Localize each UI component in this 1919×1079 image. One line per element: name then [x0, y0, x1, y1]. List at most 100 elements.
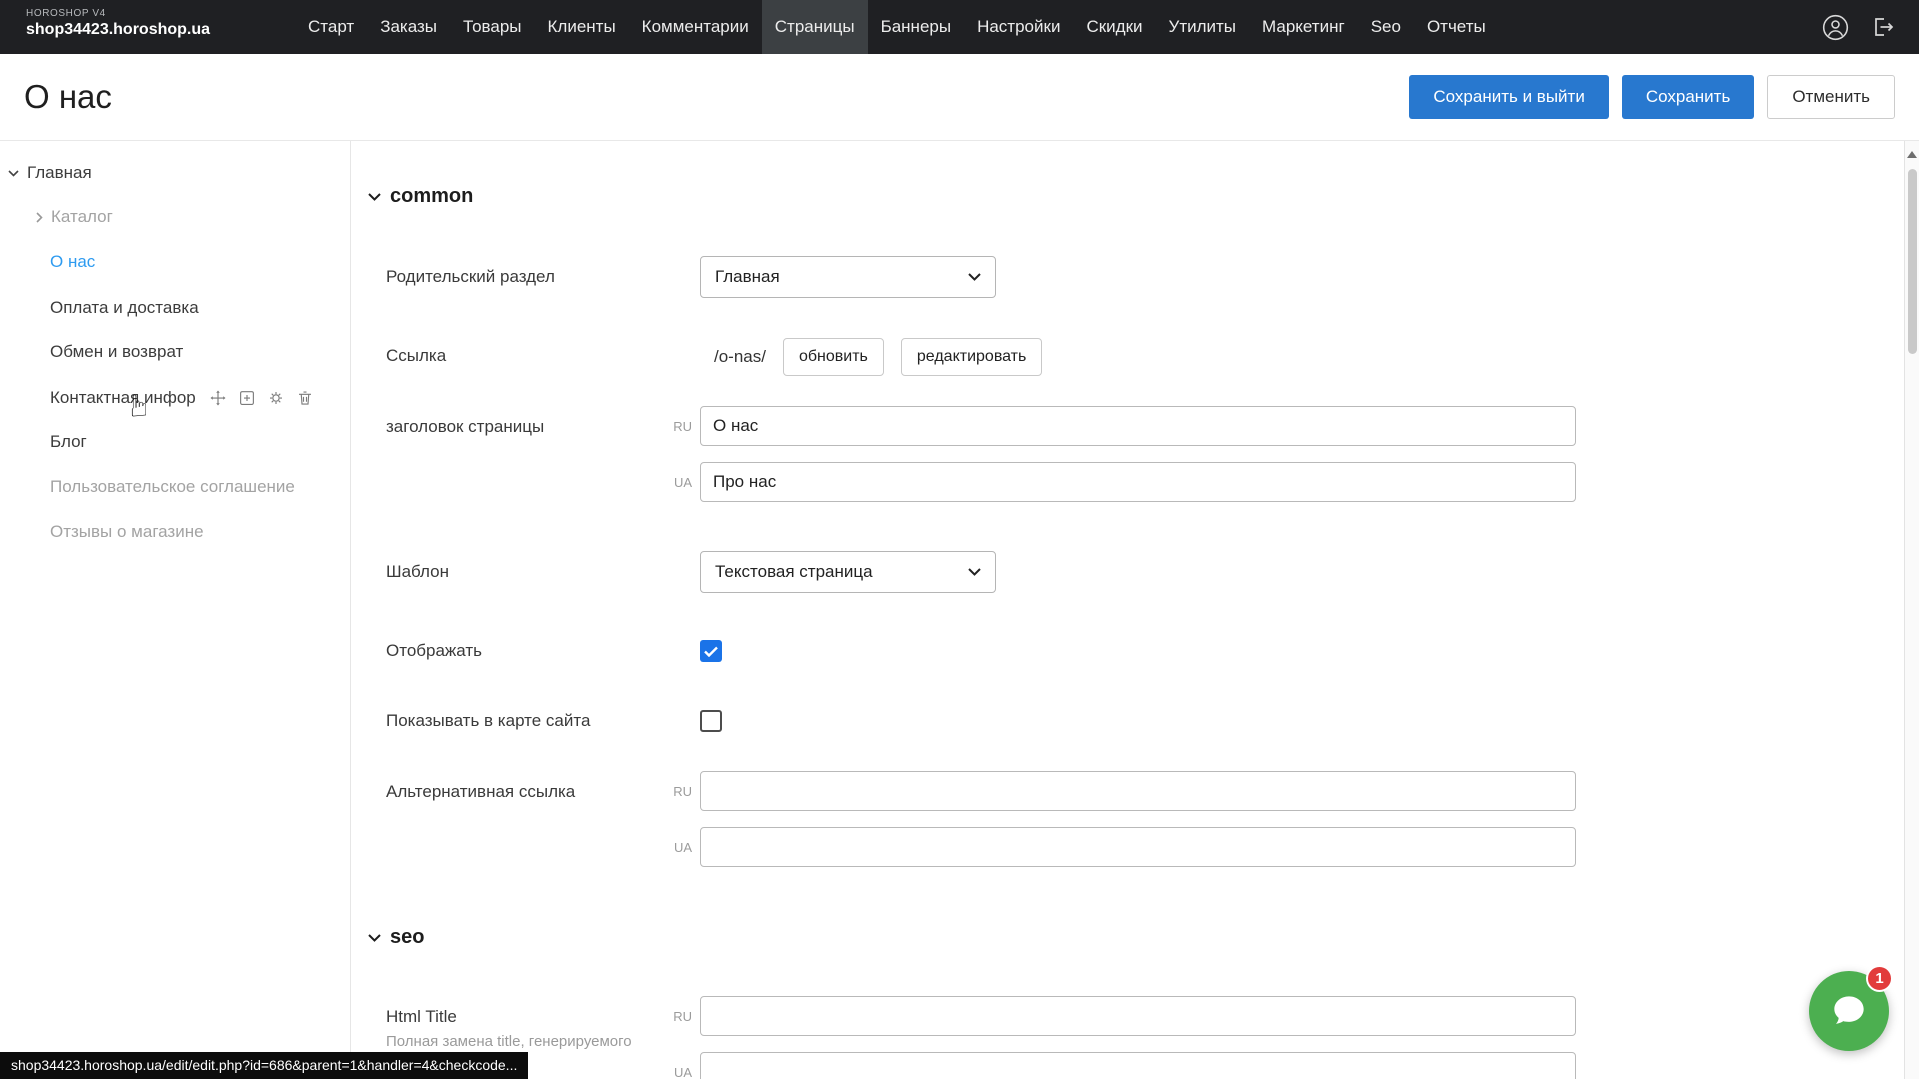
link-row: /o-nas/ обновить редактировать [700, 338, 1042, 376]
sidebar-item-label: Блог [50, 432, 87, 452]
section-seo[interactable]: seo [368, 926, 424, 949]
selected-value: Главная [715, 267, 780, 287]
chat-widget-button[interactable]: 1 [1809, 971, 1889, 1051]
menu-item-settings[interactable]: Настройки [964, 0, 1073, 54]
page-title-ru-input[interactable] [700, 406, 1576, 446]
parent-section-label: Родительский раздел [386, 267, 555, 287]
sidebar-item-label: Каталог [51, 207, 113, 227]
add-icon[interactable] [238, 389, 256, 407]
sidebar-item-katalog[interactable]: Каталог [36, 204, 113, 230]
move-icon[interactable] [209, 389, 227, 407]
vertical-scrollbar[interactable] [1904, 141, 1919, 1079]
page-header: О нас Сохранить и выйти Сохранить Отмени… [0, 54, 1919, 141]
menu-item-reports[interactable]: Отчеты [1414, 0, 1499, 54]
sidebar-item-soglashenie[interactable]: Пользовательское соглашение [50, 474, 295, 500]
lang-tag-ua: UA [662, 475, 692, 490]
html-title-hint: Полная замена title, генерируемого [386, 1033, 632, 1050]
template-label: Шаблон [386, 562, 449, 582]
chat-unread-badge: 1 [1866, 965, 1893, 992]
sidebar-item-label: Оплата и доставка [50, 298, 199, 318]
sidebar-item-label: Контактная инфор [50, 388, 196, 408]
page-title: О нас [24, 78, 112, 116]
brand-version: HOROSHOP V4 [26, 8, 210, 19]
save-and-exit-button[interactable]: Сохранить и выйти [1409, 75, 1608, 119]
menu-item-clients[interactable]: Клиенты [535, 0, 629, 54]
main-menu: Старт Заказы Товары Клиенты Комментарии … [295, 0, 1499, 54]
alt-link-ua-input[interactable] [700, 827, 1576, 867]
menu-item-orders[interactable]: Заказы [367, 0, 450, 54]
menu-item-discounts[interactable]: Скидки [1073, 0, 1155, 54]
sidebar-tree: Главная Каталог О нас Оплата и доставка … [0, 141, 351, 1079]
sidebar-item-kontaktnaya[interactable]: Контактная инфор [50, 385, 314, 411]
page-title-ua-input[interactable] [700, 462, 1576, 502]
html-title-ua-input[interactable] [700, 1052, 1576, 1079]
alt-link-ru-input[interactable] [700, 771, 1576, 811]
brand-domain: shop34423.horoshop.ua [26, 21, 210, 39]
chevron-down-icon [368, 934, 381, 942]
sidebar-item-label: О нас [50, 252, 95, 272]
gear-icon[interactable] [267, 389, 285, 407]
page: HOROSHOP V4 shop34423.horoshop.ua Старт … [0, 0, 1919, 1079]
link-path: /o-nas/ [700, 347, 766, 367]
page-title-label: заголовок страницы [386, 417, 544, 437]
chevron-right-icon [36, 212, 43, 223]
sidebar-item-blog[interactable]: Блог [50, 429, 87, 455]
section-common[interactable]: common [368, 185, 473, 208]
chevron-down-icon [8, 170, 19, 177]
sidebar-item-o-nas[interactable]: О нас [50, 249, 95, 275]
html-title-ru-input[interactable] [700, 996, 1576, 1036]
trash-icon[interactable] [296, 389, 314, 407]
edit-link-button[interactable]: редактировать [901, 338, 1042, 376]
brand[interactable]: HOROSHOP V4 shop34423.horoshop.ua [26, 8, 210, 39]
section-label: common [390, 185, 473, 208]
chat-bubble-icon [1829, 991, 1869, 1031]
refresh-link-button[interactable]: обновить [783, 338, 884, 376]
display-checkbox[interactable] [700, 640, 722, 662]
lang-tag-ru: RU [662, 1009, 692, 1024]
cancel-button[interactable]: Отменить [1767, 75, 1895, 119]
menu-item-start[interactable]: Старт [295, 0, 367, 54]
alt-link-label: Альтернативная ссылка [386, 782, 575, 802]
menu-item-products[interactable]: Товары [450, 0, 534, 54]
menu-item-marketing[interactable]: Маркетинг [1249, 0, 1358, 54]
menu-item-comments[interactable]: Комментарии [629, 0, 762, 54]
section-label: seo [390, 926, 424, 949]
menu-item-pages[interactable]: Страницы [762, 0, 868, 54]
parent-section-select[interactable]: Главная [700, 256, 996, 298]
lang-tag-ua: UA [662, 1065, 692, 1079]
sidebar-item-label: Пользовательское соглашение [50, 477, 295, 497]
sidebar-item-label: Главная [27, 163, 92, 183]
chevron-down-icon [368, 193, 381, 201]
sidebar-item-glavnaya[interactable]: Главная [8, 160, 92, 186]
form-content: common Родительский раздел Главная Ссылк… [351, 141, 1904, 1079]
selected-value: Текстовая страница [715, 562, 873, 582]
menu-item-seo[interactable]: Seo [1358, 0, 1414, 54]
html-title-label: Html Title [386, 1007, 457, 1027]
link-label: Ссылка [386, 346, 446, 366]
sidebar-item-otzyvy[interactable]: Отзывы о магазине [50, 519, 204, 545]
sidebar-item-label: Обмен и возврат [50, 342, 183, 362]
check-icon [704, 646, 718, 657]
topbar: HOROSHOP V4 shop34423.horoshop.ua Старт … [0, 0, 1919, 54]
scroll-up-arrow[interactable] [1907, 151, 1917, 158]
link-preview-statusbar: shop34423.horoshop.ua/edit/edit.php?id=6… [0, 1052, 528, 1079]
topbar-icons [1821, 0, 1897, 54]
logout-icon[interactable] [1869, 13, 1897, 41]
sitemap-label: Показывать в карте сайта [386, 711, 590, 731]
template-select[interactable]: Текстовая страница [700, 551, 996, 593]
sidebar-item-actions [209, 389, 314, 407]
lang-tag-ua: UA [662, 840, 692, 855]
menu-item-utilities[interactable]: Утилиты [1156, 0, 1250, 54]
lang-tag-ru: RU [662, 784, 692, 799]
menu-item-banners[interactable]: Баннеры [868, 0, 965, 54]
display-label: Отображать [386, 641, 482, 661]
sidebar-item-obmen[interactable]: Обмен и возврат [50, 339, 183, 365]
lang-tag-ru: RU [662, 419, 692, 434]
scrollbar-thumb[interactable] [1908, 169, 1917, 354]
save-button[interactable]: Сохранить [1622, 75, 1754, 119]
user-account-icon[interactable] [1821, 13, 1849, 41]
chevron-down-icon [968, 568, 981, 576]
chevron-down-icon [968, 273, 981, 281]
sidebar-item-oplata[interactable]: Оплата и доставка [50, 295, 199, 321]
sitemap-checkbox[interactable] [700, 710, 722, 732]
